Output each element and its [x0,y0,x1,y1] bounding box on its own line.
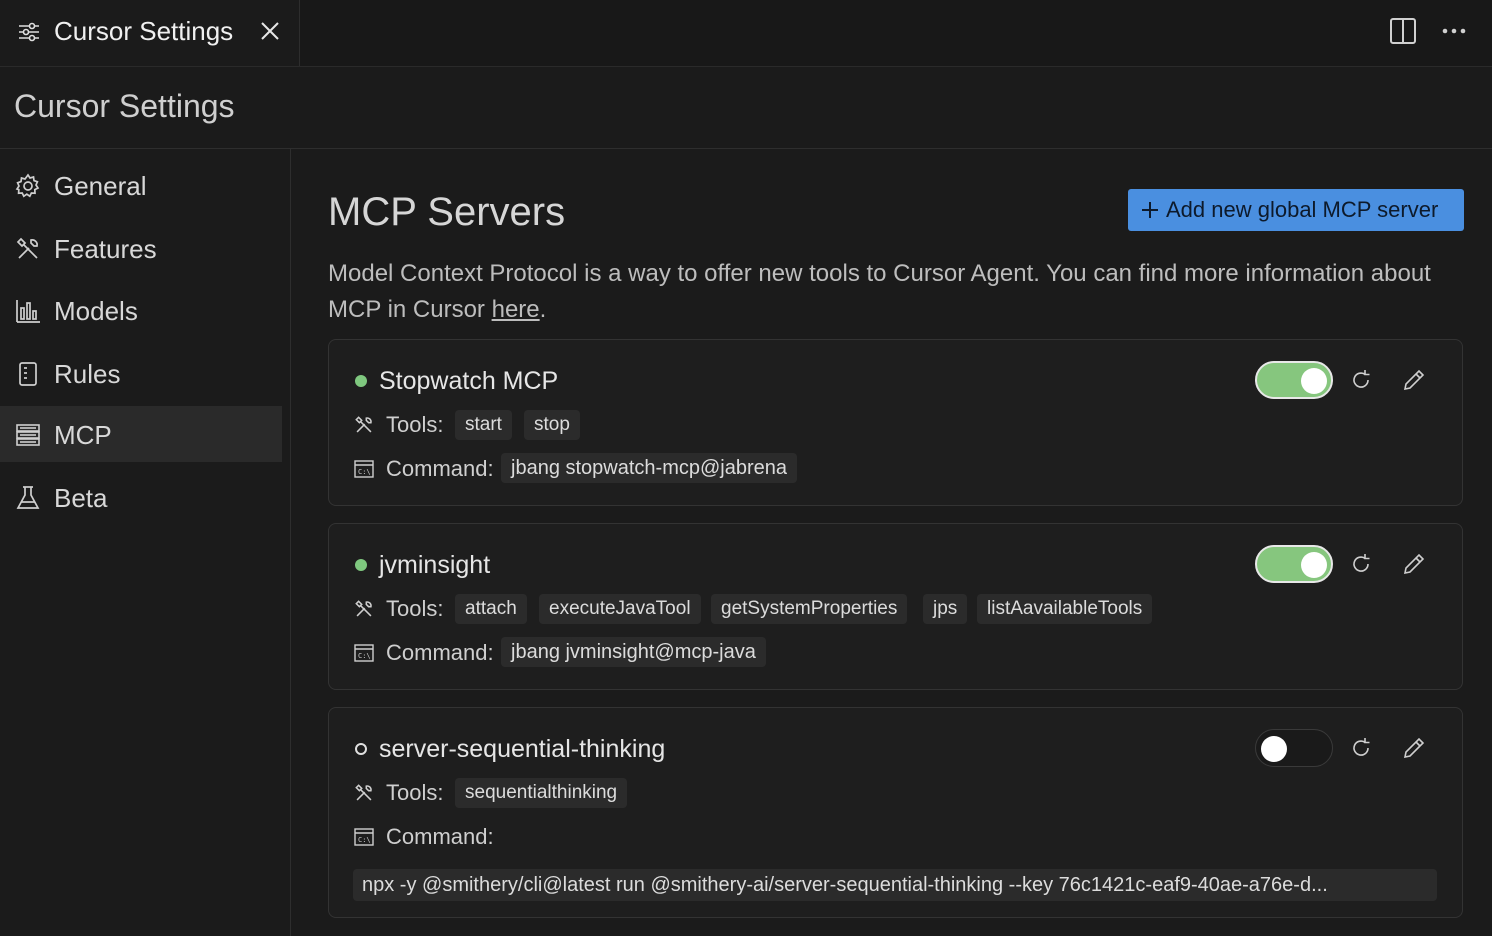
sidebar-item-mcp[interactable]: MCP [0,406,282,462]
server-icon [15,422,41,448]
sidebar-item-label: General [54,171,147,201]
tools-icon [15,236,41,262]
tab-cursor-settings[interactable]: Cursor Settings [0,0,300,66]
command-label: Command: [386,640,494,665]
add-global-mcp-server-button[interactable]: Add new global MCP server [1128,189,1464,231]
here-link[interactable]: here [492,296,540,323]
edit-icon[interactable] [1402,552,1426,576]
tool-chip: stop [524,410,580,440]
status-dot [355,375,367,387]
sidebar-item-label: MCP [54,420,112,450]
command-value: jbang jvminsight@mcp-java [501,637,766,667]
plus-icon [1140,200,1160,220]
mcp-server-card: jvminsight Tools: attach executeJavaTool… [328,523,1463,690]
page-title: Cursor Settings [14,88,235,124]
more-actions-icon[interactable] [1441,25,1467,37]
description-end: . [539,296,547,323]
tools-label: Tools: [386,412,444,437]
sidebar-item-label: Features [54,234,157,264]
tool-chip: jps [923,594,968,624]
tool-chip: executeJavaTool [539,594,701,624]
flask-icon [15,485,41,511]
command-value: jbang stopwatch-mcp@jabrena [501,453,798,483]
sidebar-item-label: Models [54,296,138,326]
tools-label: Tools: [386,596,444,621]
sidebar-item-general[interactable]: General [0,157,282,213]
sidebar-item-label: Beta [54,483,108,513]
settings-sliders-icon [18,21,40,43]
gear-icon [15,173,41,199]
server-toggle[interactable] [1255,729,1333,767]
add-button-label: Add new global MCP server [1166,197,1439,222]
tool-chip: listAavailableTools [977,594,1153,624]
refresh-icon[interactable] [1350,737,1372,759]
mcp-server-card: server-sequential-thinking Tools: sequen… [328,707,1463,918]
server-name: server-sequential-thinking [379,735,666,763]
server-name: Stopwatch MCP [379,367,559,395]
tools-label: Tools: [386,780,444,805]
sidebar-item-rules[interactable]: Rules [0,345,282,401]
description: Model Context Protocol is a way to offer… [328,256,1458,328]
sidebar-item-models[interactable]: Models [0,282,282,338]
status-dot [355,559,367,571]
status-dot [355,743,367,755]
svg-text:C:\: C:\ [358,652,371,660]
command-label: Command: [386,456,494,481]
sidebar-item-beta[interactable]: Beta [0,469,282,525]
tools-icon [354,599,374,619]
edit-icon[interactable] [1402,736,1426,760]
edit-icon[interactable] [1402,368,1426,392]
server-toggle[interactable] [1255,545,1333,583]
command-label: Command: [386,824,494,849]
refresh-icon[interactable] [1350,553,1372,575]
book-icon [15,361,41,387]
mcp-server-card: Stopwatch MCP Tools: start stop C:\ Comm… [328,339,1463,506]
svg-text:C:\: C:\ [358,468,371,476]
sidebar-item-label: Rules [54,359,121,389]
main-title: MCP Servers [328,190,566,234]
sidebar: General Features Models Rules MCP Beta [0,149,291,936]
terminal-icon: C:\ [354,828,374,846]
tab-bar: Cursor Settings [0,0,1492,67]
tool-chip: start [455,410,512,440]
toggle-knob [1301,552,1327,578]
tools-icon [354,415,374,435]
terminal-icon: C:\ [354,644,374,662]
toggle-knob [1301,368,1327,394]
command-value: npx -y @smithery/cli@latest run @smither… [353,869,1437,901]
sidebar-item-features[interactable]: Features [0,220,282,276]
split-editor-icon[interactable] [1389,17,1417,45]
toggle-knob [1261,736,1287,762]
close-icon[interactable] [259,20,281,42]
server-name: jvminsight [379,551,491,579]
chart-icon [15,298,41,324]
tab-title: Cursor Settings [54,16,234,46]
refresh-icon[interactable] [1350,369,1372,391]
tool-chip: getSystemProperties [711,594,908,624]
tools-icon [354,783,374,803]
terminal-icon: C:\ [354,460,374,478]
tool-chip: attach [455,594,527,624]
svg-text:C:\: C:\ [358,836,371,844]
tool-chip: sequentialthinking [455,778,628,808]
server-toggle[interactable] [1255,361,1333,399]
